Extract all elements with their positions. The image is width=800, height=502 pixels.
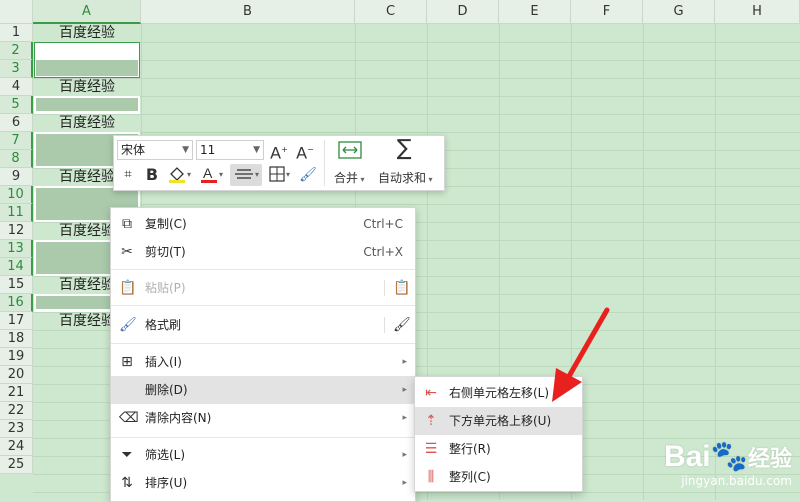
annotation-arrow-icon bbox=[552, 307, 610, 402]
baidu-watermark: Bai🐾经验 jingyan.baidu.com bbox=[663, 440, 792, 489]
watermark-brand: Bai bbox=[663, 440, 711, 473]
watermark-url: jingyan.baidu.com bbox=[681, 474, 792, 488]
watermark-brand-suffix: 经验 bbox=[747, 446, 792, 471]
paw-icon: 🐾 bbox=[710, 440, 748, 473]
